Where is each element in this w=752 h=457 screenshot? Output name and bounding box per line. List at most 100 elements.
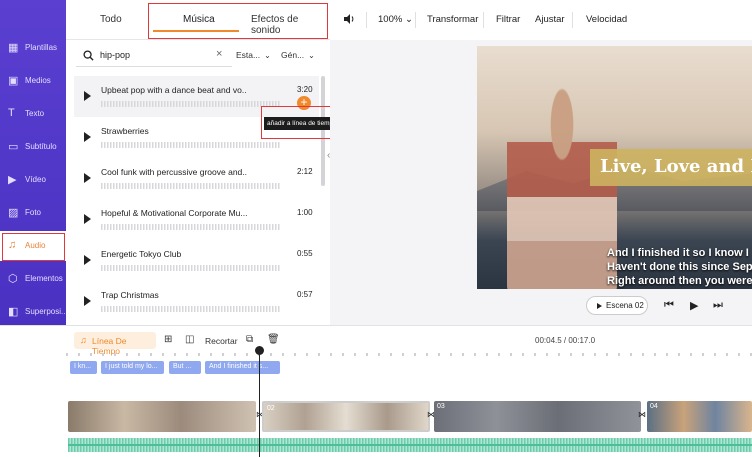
text-icon: T bbox=[8, 107, 15, 119]
sidebar-item-label: Vídeo bbox=[25, 175, 46, 184]
track-duration: 3:20 bbox=[297, 85, 313, 94]
elements-icon: ⬡ bbox=[8, 273, 18, 285]
track-title: Strawberries bbox=[101, 126, 149, 136]
video-clip[interactable]: 04 bbox=[647, 401, 752, 432]
timeline-toggle-button[interactable]: ♫ Línea De Tiempo bbox=[74, 332, 156, 356]
waveform bbox=[101, 265, 281, 271]
title-overlay[interactable]: Live, Love and La bbox=[590, 149, 752, 186]
separator bbox=[483, 12, 484, 28]
tab-todo[interactable]: Todo bbox=[100, 14, 122, 25]
sidebar-item-plantillas[interactable]: ▦ Plantillas bbox=[0, 33, 66, 63]
waveform bbox=[101, 183, 281, 189]
separator bbox=[415, 12, 416, 28]
subtitle-icon: ▭ bbox=[8, 141, 19, 153]
play-icon bbox=[597, 303, 602, 309]
track-duration: 1:00 bbox=[297, 208, 313, 217]
subtitle-line-1: And I finished it so I know I bbox=[607, 247, 749, 259]
waveform bbox=[101, 224, 281, 230]
sidebar-item-vídeo[interactable]: ▶ Vídeo bbox=[0, 165, 66, 195]
state-dropdown[interactable]: Esta... ⌄ bbox=[236, 50, 271, 60]
playhead[interactable] bbox=[259, 348, 260, 457]
add-track-icon[interactable]: ⊞ bbox=[164, 334, 172, 345]
subtitle-line-3: Right around then you were at bbox=[607, 275, 752, 287]
play-icon[interactable] bbox=[84, 132, 91, 142]
clear-icon[interactable]: × bbox=[216, 48, 222, 60]
sidebar-item-medios[interactable]: ▣ Medios bbox=[0, 66, 66, 96]
caption-clip[interactable]: But ... bbox=[169, 361, 201, 374]
caption-clip[interactable]: I just told my lo... bbox=[101, 361, 164, 374]
sidebar-item-label: Elementos bbox=[25, 274, 63, 283]
track-title: Upbeat pop with a dance beat and vo... bbox=[101, 85, 247, 95]
sidebar-item-label: Medios bbox=[25, 76, 51, 85]
transform-button[interactable]: Transformar bbox=[427, 14, 478, 25]
sidebar-item-label: Plantillas bbox=[25, 43, 58, 52]
play-scene-button[interactable]: Escena 02 bbox=[586, 296, 648, 315]
music-note-icon: ♫ bbox=[80, 335, 87, 345]
list-item[interactable]: Cool funk with percussive groove and... 2… bbox=[74, 158, 319, 199]
next-icon[interactable]: ⏭ bbox=[713, 299, 723, 312]
play-icon[interactable] bbox=[84, 173, 91, 183]
timeline-panel: ♫ Línea De Tiempo ⊞ ◫ Recortar ⧉ 🗑 00:04.… bbox=[0, 325, 752, 457]
overlay-icon: ◧ bbox=[8, 306, 19, 318]
time-ruler[interactable] bbox=[66, 353, 752, 356]
speed-button[interactable]: Velocidad bbox=[586, 14, 627, 25]
list-item[interactable]: Hopeful & Motivational Corporate Mu... 1:… bbox=[74, 199, 319, 240]
list-item[interactable]: Energetic Tokyo Club 0:55 bbox=[74, 240, 319, 281]
preview-controls: Escena 02 ⏮ ▶ ⏭ bbox=[586, 296, 752, 316]
track-title: Cool funk with percussive groove and... bbox=[101, 167, 247, 177]
sidebar-item-foto[interactable]: ▨ Foto bbox=[0, 198, 66, 228]
caption-clip[interactable]: I kn... bbox=[70, 361, 97, 374]
video-icon: ▶ bbox=[8, 174, 17, 186]
transition-icon[interactable]: ⋈ bbox=[638, 410, 646, 419]
split-icon[interactable]: ◫ bbox=[185, 334, 194, 345]
time-readout: 00:04.5 / 00:17.0 bbox=[535, 336, 596, 345]
list-item[interactable]: Trap Christmas 0:57 bbox=[74, 281, 319, 321]
photo-icon: ▨ bbox=[8, 207, 19, 219]
audio-highlight-box bbox=[2, 233, 65, 261]
chevron-down-icon: ⌄ bbox=[308, 51, 315, 60]
waveform bbox=[101, 142, 281, 148]
track-title: Trap Christmas bbox=[101, 290, 159, 300]
filter-button[interactable]: Filtrar bbox=[496, 14, 520, 25]
video-clip[interactable]: 03 bbox=[434, 401, 641, 432]
play-icon[interactable]: ▶ bbox=[690, 299, 698, 312]
play-icon[interactable] bbox=[84, 91, 91, 101]
search-input[interactable]: hip-pop × bbox=[76, 45, 232, 67]
duplicate-icon[interactable]: ⧉ bbox=[246, 334, 253, 345]
playhead-handle[interactable] bbox=[255, 346, 264, 355]
separator bbox=[366, 12, 367, 28]
video-clip-selected[interactable]: 02 bbox=[262, 401, 430, 432]
video-preview[interactable]: Live, Love and La And I finished it so I… bbox=[477, 46, 752, 289]
trim-button[interactable]: Recortar bbox=[205, 336, 238, 346]
edit-toolbar: 100% ⌄ Transformar Filtrar Ajustar Veloc… bbox=[330, 0, 752, 40]
previous-icon[interactable]: ⏮ bbox=[664, 299, 674, 312]
chevron-down-icon: ⌄ bbox=[404, 14, 413, 25]
adjust-button[interactable]: Ajustar bbox=[535, 14, 565, 25]
volume-icon[interactable] bbox=[343, 13, 355, 25]
sidebar-item-label: Foto bbox=[25, 208, 42, 217]
waveform bbox=[101, 306, 281, 312]
track-duration: 2:12 bbox=[297, 167, 313, 176]
zoom-dropdown[interactable]: 100% ⌄ bbox=[378, 14, 413, 25]
chevron-down-icon: ⌄ bbox=[264, 51, 271, 60]
track-title: Energetic Tokyo Club bbox=[101, 249, 182, 259]
sidebar-item-label: Subtítulo bbox=[25, 142, 57, 151]
genre-dropdown[interactable]: Gén... ⌄ bbox=[281, 50, 315, 60]
track-title: Hopeful & Motivational Corporate Mu... bbox=[101, 208, 247, 218]
play-icon[interactable] bbox=[84, 296, 91, 306]
sidebar-item-subtítulo[interactable]: ▭ Subtítulo bbox=[0, 132, 66, 162]
track-duration: 0:57 bbox=[297, 290, 313, 299]
play-icon[interactable] bbox=[84, 214, 91, 224]
sidebar-item-elementos[interactable]: ⬡ Elementos bbox=[0, 264, 66, 294]
caption-clip[interactable]: And I finished it s... bbox=[205, 361, 280, 374]
tabs-highlight-box bbox=[148, 3, 328, 39]
sidebar-item-superposi-[interactable]: ◧ Superposi... bbox=[0, 297, 66, 327]
media-icon: ▣ bbox=[8, 75, 19, 87]
play-icon[interactable] bbox=[84, 255, 91, 265]
separator bbox=[572, 12, 573, 28]
video-clip[interactable] bbox=[68, 401, 256, 432]
delete-icon[interactable]: 🗑 bbox=[267, 334, 280, 345]
waveform bbox=[101, 101, 281, 107]
sidebar-item-label: Texto bbox=[25, 109, 45, 118]
sidebar-item-texto[interactable]: T Texto bbox=[0, 99, 66, 129]
